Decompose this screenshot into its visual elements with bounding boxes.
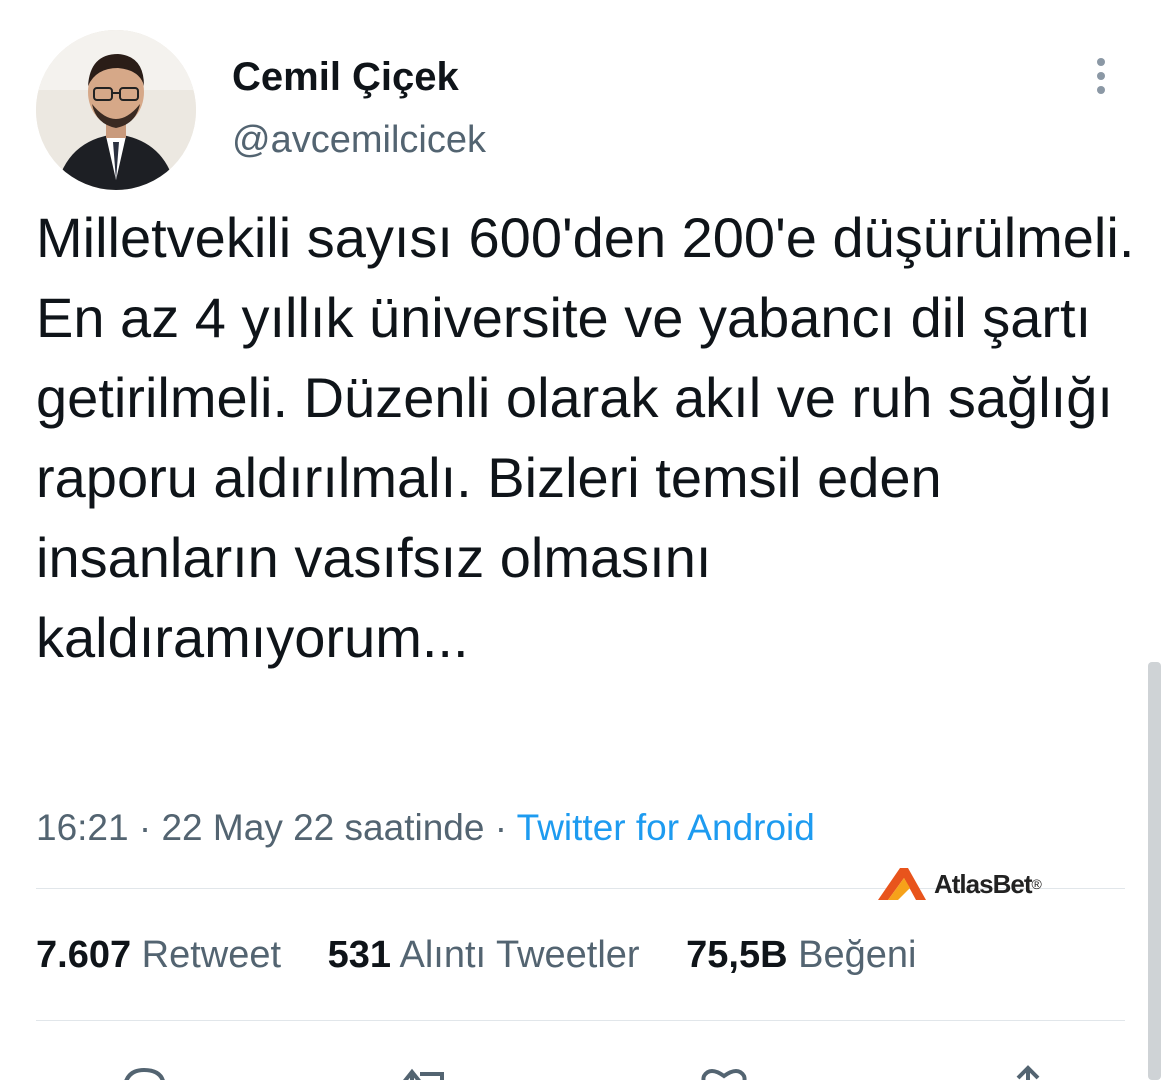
meta-separator: · <box>494 807 508 848</box>
more-vertical-icon[interactable] <box>1088 56 1114 96</box>
likes-count: 75,5B <box>686 934 788 976</box>
scrollbar[interactable] <box>1148 662 1161 1080</box>
tweet-actions <box>0 1052 1161 1080</box>
atlasbet-logo-icon <box>878 868 926 900</box>
avatar-photo <box>36 30 196 190</box>
watermark-text: AtlasBet <box>934 868 1032 899</box>
tweet-date[interactable]: 22 May 22 saatinde <box>161 807 484 848</box>
likes-label: Beğeni <box>798 934 917 976</box>
retweets-stat[interactable]: 7.607 Retweet <box>36 930 281 980</box>
divider <box>36 1020 1125 1021</box>
quotes-stat[interactable]: 531 Alıntı Tweetler <box>328 930 640 980</box>
avatar[interactable] <box>36 30 196 190</box>
tweet-text: Milletvekili sayısı 600'den 200'e düşürü… <box>36 206 1135 669</box>
tweet-meta: 16:21 · 22 May 22 saatinde · Twitter for… <box>36 804 815 852</box>
retweets-label: Retweet <box>141 934 282 976</box>
retweet-icon[interactable] <box>396 1064 456 1080</box>
heart-icon[interactable] <box>694 1064 754 1080</box>
user-handle[interactable]: @avcemilcicek <box>232 117 486 163</box>
share-icon[interactable] <box>998 1064 1058 1080</box>
quotes-count: 531 <box>327 934 392 976</box>
watermark: AtlasBet ® <box>874 862 1042 906</box>
tweet-time[interactable]: 16:21 <box>36 807 129 848</box>
retweets-count: 7.607 <box>36 934 132 976</box>
tweet-source-link[interactable]: Twitter for Android <box>517 807 815 848</box>
reply-icon[interactable] <box>114 1064 174 1080</box>
registered-mark: ® <box>1031 876 1042 892</box>
tweet-stats: 7.607 Retweet 531 Alıntı Tweetler 75,5B … <box>36 930 952 980</box>
meta-separator: · <box>138 807 152 848</box>
display-name[interactable]: Cemil Çiçek <box>232 54 459 100</box>
likes-stat[interactable]: 75,5B Beğeni <box>686 930 916 980</box>
quotes-label: Alıntı Tweetler <box>399 934 640 976</box>
